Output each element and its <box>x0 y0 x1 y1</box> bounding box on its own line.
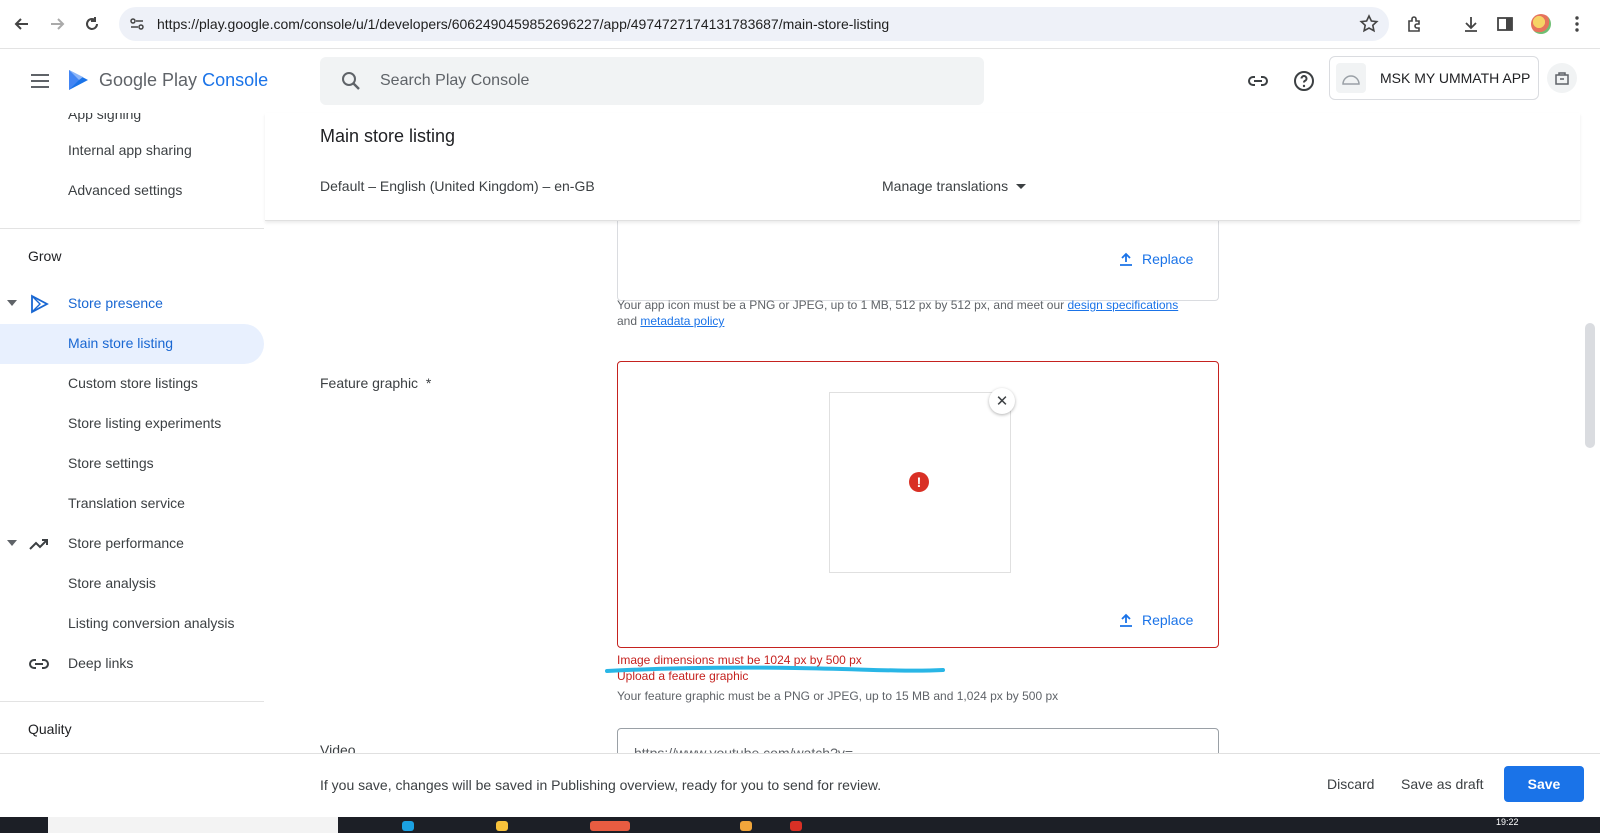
url-text[interactable]: https://play.google.com/console/u/1/deve… <box>157 16 889 32</box>
help-icon[interactable] <box>1290 67 1318 95</box>
upload-icon <box>1120 613 1132 627</box>
site-settings-icon[interactable] <box>129 16 145 37</box>
sidebar-item-custom-store-listings[interactable]: Custom store listings <box>0 364 264 404</box>
sidebar-item-advanced-settings[interactable]: Advanced settings <box>0 171 264 211</box>
feature-graphic-help-text: Your feature graphic must be a PNG or JP… <box>617 689 1059 703</box>
taskbar-clock: 19:22 <box>1496 817 1519 827</box>
android-app-icon <box>1336 63 1366 93</box>
play-console-logo[interactable]: Google Play Console <box>65 67 268 93</box>
app-icon-upload-box[interactable]: Replace <box>617 221 1219 301</box>
taskbar-app-icon[interactable] <box>740 821 752 831</box>
save-button[interactable]: Save <box>1504 766 1584 802</box>
app-name: MSK MY UMMATH APP <box>1380 70 1531 86</box>
app-icon-help-text: Your app icon must be a PNG or JPEG, up … <box>617 298 1179 328</box>
feature-graphic-upload-box[interactable]: ✕ ! Replace <box>617 361 1219 648</box>
store-presence-icon <box>28 293 50 315</box>
sidebar-item-deep-links[interactable]: Deep links <box>0 644 264 684</box>
profile-avatar[interactable] <box>1530 13 1552 35</box>
error-icon: ! <box>909 472 929 492</box>
expand-arrow-icon[interactable] <box>7 540 17 546</box>
default-language-label: Default – English (United Kingdom) – en-… <box>320 178 595 194</box>
taskbar-active-app-icon[interactable] <box>590 821 630 831</box>
sidebar-item-store-performance[interactable]: Store performance <box>0 524 264 564</box>
sidebar-section-grow: Grow <box>28 248 62 264</box>
remove-graphic-close-icon[interactable]: ✕ <box>989 388 1015 414</box>
search-input[interactable] <box>380 69 940 93</box>
video-label: Video <box>320 742 356 753</box>
sidebar-nav: App signing Internal app sharing Advance… <box>0 113 265 753</box>
expand-arrow-icon[interactable] <box>7 300 17 306</box>
browser-toolbar: https://play.google.com/console/u/1/deve… <box>0 0 1600 49</box>
sidebar-item-internal-app-sharing[interactable]: Internal app sharing <box>0 131 264 171</box>
caret-down-icon <box>1016 183 1027 189</box>
sidebar-divider <box>0 228 264 229</box>
sidebar-item-listing-conversion-analysis[interactable]: Listing conversion analysis <box>0 604 264 644</box>
taskbar-app-icon[interactable] <box>790 821 802 831</box>
main-content: Replace Your app icon must be a PNG or J… <box>265 221 1580 753</box>
reload-icon[interactable] <box>81 13 103 35</box>
feature-graphic-replace-button[interactable]: Replace <box>1118 612 1193 628</box>
video-url-input[interactable] <box>617 728 1219 753</box>
extensions-icon[interactable] <box>1404 13 1426 35</box>
link-icon <box>28 653 50 675</box>
scrollbar[interactable] <box>1580 113 1600 753</box>
sidebar-item-store-analysis[interactable]: Store analysis <box>0 564 264 604</box>
manage-translations-label: Manage translations <box>882 178 1009 194</box>
sidebar-item-store-presence[interactable]: Store presence <box>0 284 264 324</box>
annotation-highlight-stroke <box>605 665 945 673</box>
sidebar-divider <box>0 701 264 702</box>
page-header: Main store listing Default – English (Un… <box>265 113 1580 221</box>
sidebar-item-translation-service[interactable]: Translation service <box>0 484 264 524</box>
sidebar-section-quality: Quality <box>28 721 72 737</box>
manage-translations-dropdown[interactable]: Manage translations <box>882 178 1027 194</box>
chrome-menu-icon[interactable] <box>1566 13 1588 35</box>
account-icon[interactable] <box>1547 63 1577 93</box>
metadata-policy-link[interactable]: metadata policy <box>640 314 724 328</box>
app-selector[interactable]: MSK MY UMMATH APP <box>1329 56 1539 100</box>
feature-graphic-label: Feature graphic * <box>320 375 432 391</box>
trending-up-icon <box>28 533 50 555</box>
sidebar-item-main-store-listing[interactable]: Main store listing <box>0 324 264 364</box>
page-title: Main store listing <box>320 126 456 146</box>
os-taskbar: 19:22 <box>0 817 1600 833</box>
sidebar-item-store-settings[interactable]: Store settings <box>0 444 264 484</box>
link-icon[interactable] <box>1244 67 1272 95</box>
upload-icon <box>1120 252 1132 266</box>
address-bar[interactable]: https://play.google.com/console/u/1/deve… <box>119 7 1389 41</box>
forward-icon[interactable] <box>46 13 68 35</box>
taskbar-search[interactable] <box>48 817 338 833</box>
back-icon[interactable] <box>11 13 33 35</box>
scrollbar-thumb[interactable] <box>1585 323 1595 448</box>
taskbar-app-icon[interactable] <box>402 821 414 831</box>
sidebar-item-store-listing-experiments[interactable]: Store listing experiments <box>0 404 264 444</box>
brand-name: Google Play Console <box>99 69 269 90</box>
play-logo-icon <box>69 70 88 90</box>
save-footer-bar: If you save, changes will be saved in Pu… <box>0 753 1600 817</box>
save-as-draft-button[interactable]: Save as draft <box>1401 776 1484 792</box>
discard-button[interactable]: Discard <box>1327 776 1374 792</box>
search-icon <box>340 70 362 97</box>
download-icon[interactable] <box>1460 13 1482 35</box>
bookmark-star-icon[interactable] <box>1359 14 1379 39</box>
app-header: Google Play Console MSK MY UMMATH APP <box>0 49 1600 113</box>
save-info-message: If you save, changes will be saved in Pu… <box>320 777 882 793</box>
main-menu-icon[interactable] <box>28 69 52 93</box>
search-box[interactable] <box>320 57 984 105</box>
app-icon-replace-button[interactable]: Replace <box>1118 251 1193 267</box>
side-panel-icon[interactable] <box>1494 13 1516 35</box>
taskbar-app-icon[interactable] <box>496 821 508 831</box>
design-specifications-link[interactable]: design specifications <box>1067 298 1178 312</box>
